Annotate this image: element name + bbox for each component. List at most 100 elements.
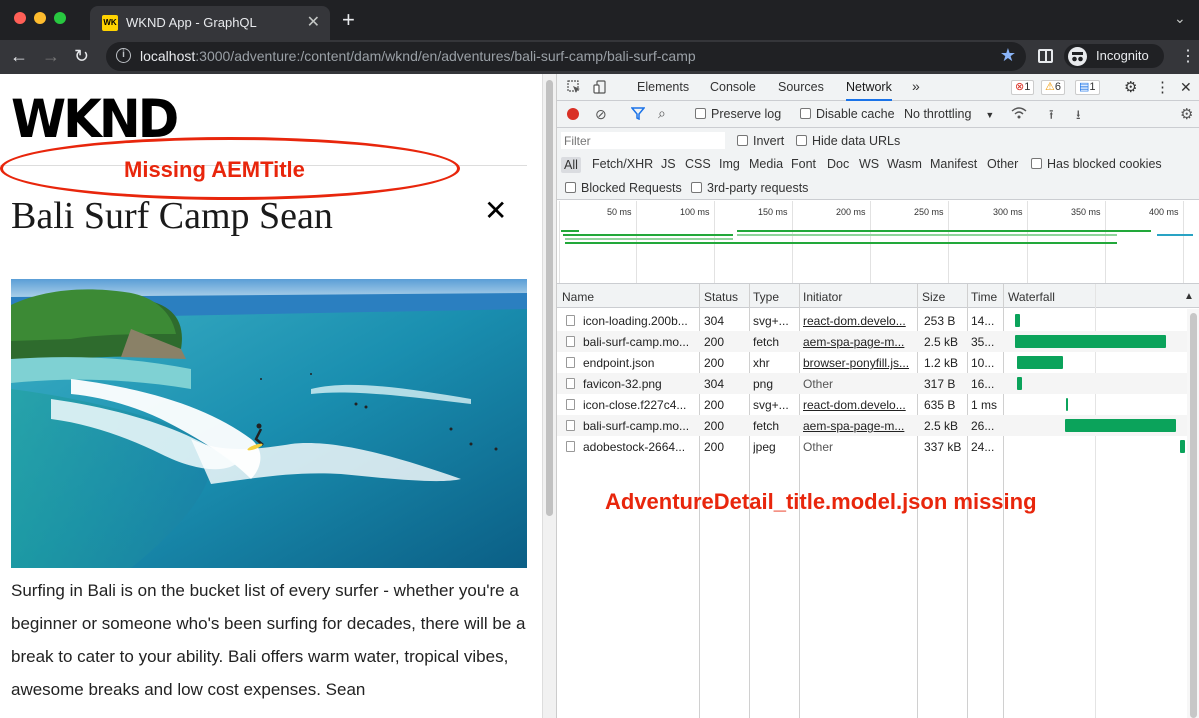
sort-ascending-icon[interactable]: ▲ — [1184, 291, 1194, 302]
message-badge[interactable]: ▤1 — [1075, 80, 1100, 95]
third-party-requests-checkbox[interactable]: 3rd-party requests — [691, 181, 808, 195]
error-badge[interactable]: ⊗1 — [1011, 80, 1035, 95]
request-name: bali-surf-camp.mo... — [583, 419, 690, 433]
request-initiator[interactable]: aem-spa-page-m... — [803, 419, 913, 433]
filter-type-all[interactable]: All — [561, 157, 581, 173]
table-row[interactable]: icon-loading.200b... 304 svg+... react-dom.… — [557, 310, 1187, 331]
tab-elements[interactable]: Elements — [637, 80, 689, 94]
filter-type-media[interactable]: Media — [749, 157, 783, 171]
settings-gear-icon[interactable]: ⚙ — [1124, 78, 1137, 96]
request-name: bali-surf-camp.mo... — [583, 335, 690, 349]
tab-search-chevron-icon[interactable]: ⌄ — [1174, 10, 1186, 27]
close-devtools-icon[interactable]: ✕ — [1180, 79, 1192, 96]
filter-type-doc[interactable]: Doc — [827, 157, 849, 171]
tab-title: WKND App - GraphQL — [126, 15, 257, 30]
tab-network[interactable]: Network — [846, 80, 892, 101]
filter-type-fetch-xhr[interactable]: Fetch/XHR — [592, 157, 653, 171]
filter-type-other[interactable]: Other — [987, 157, 1018, 171]
table-row[interactable]: bali-surf-camp.mo... 200 fetch aem-spa-page… — [557, 415, 1187, 436]
network-conditions-icon[interactable] — [1011, 106, 1027, 123]
browser-tab[interactable]: WK WKND App - GraphQL ✕ — [90, 6, 330, 40]
more-tabs-icon[interactable]: » — [912, 78, 920, 94]
col-time[interactable]: Time — [971, 290, 997, 304]
filter-type-img[interactable]: Img — [719, 157, 740, 171]
col-type[interactable]: Type — [753, 290, 779, 304]
clear-icon[interactable]: ⊘ — [595, 106, 607, 123]
disable-cache-checkbox[interactable]: Disable cache — [800, 107, 895, 121]
app-page: WKND Missing AEMTitle Bali Surf Camp Sea… — [0, 74, 542, 718]
col-size[interactable]: Size — [922, 290, 945, 304]
dropdown-arrow-icon: ▼ — [985, 110, 995, 120]
record-icon[interactable] — [567, 108, 579, 120]
waterfall-bar — [1015, 335, 1166, 348]
preserve-log-checkbox[interactable]: Preserve log — [695, 107, 781, 121]
request-initiator[interactable]: browser-ponyfill.js... — [803, 356, 913, 370]
request-initiator[interactable]: react-dom.develo... — [803, 398, 913, 412]
message-icon: ▤ — [1079, 81, 1090, 93]
filter-type-wasm[interactable]: Wasm — [887, 157, 922, 171]
col-waterfall[interactable]: Waterfall — [1008, 290, 1055, 304]
filter-input[interactable] — [561, 132, 725, 149]
request-list-scrollbar-thumb[interactable] — [1190, 313, 1197, 718]
table-row[interactable]: favicon-32.png 304 png Other 317 B 16... — [557, 373, 1187, 394]
bookmark-star-icon[interactable]: ★ — [1000, 45, 1016, 66]
filter-type-ws[interactable]: WS — [859, 157, 879, 171]
blocked-requests-checkbox[interactable]: Blocked Requests — [565, 181, 682, 195]
network-settings-gear-icon[interactable]: ⚙ — [1180, 105, 1193, 123]
table-row[interactable]: adobestock-2664... 200 jpeg Other 337 kB 24..… — [557, 436, 1187, 457]
page-scrollbar-thumb[interactable] — [546, 80, 553, 516]
forward-arrow-icon[interactable]: → — [42, 46, 60, 67]
request-table-header: Name Status Type Initiator Size Time Wat… — [557, 284, 1199, 308]
tab-sources[interactable]: Sources — [778, 80, 824, 94]
side-panel-icon[interactable] — [1038, 49, 1053, 63]
timeline-tick-label: 100 ms — [680, 207, 710, 217]
filter-type-font[interactable]: Font — [791, 157, 816, 171]
request-status: 304 — [704, 314, 725, 328]
request-size: 635 B — [924, 398, 956, 412]
search-icon[interactable]: ⌕ — [658, 105, 666, 122]
import-har-icon[interactable]: ⭱ — [1049, 106, 1054, 128]
device-toggle-icon[interactable] — [593, 80, 607, 97]
request-type: fetch — [753, 335, 780, 349]
request-initiator[interactable]: aem-spa-page-m... — [803, 335, 913, 349]
warning-badge[interactable]: ⚠6 — [1041, 80, 1065, 95]
col-name[interactable]: Name — [562, 290, 594, 304]
table-row[interactable]: endpoint.json 200 xhr browser-ponyfill.js..… — [557, 352, 1187, 373]
network-overview-timeline[interactable]: 50 ms 100 ms 150 ms 200 ms 250 ms 300 ms… — [557, 201, 1199, 284]
table-row[interactable]: bali-surf-camp.mo... 200 fetch aem-spa-page… — [557, 331, 1187, 352]
invert-checkbox[interactable]: Invert — [737, 134, 784, 148]
maximize-window-button[interactable] — [54, 12, 66, 24]
reload-icon[interactable]: ↻ — [74, 46, 89, 67]
tab-console[interactable]: Console — [710, 80, 756, 94]
new-tab-icon[interactable]: + — [342, 7, 355, 33]
has-blocked-cookies-checkbox[interactable]: Has blocked cookies — [1031, 157, 1162, 171]
throttling-select[interactable]: No throttling ▼ — [904, 107, 994, 121]
inspect-element-icon[interactable] — [567, 80, 581, 97]
request-time: 35... — [971, 335, 995, 349]
filter-type-css[interactable]: CSS — [685, 157, 711, 171]
back-arrow-icon[interactable]: ← — [10, 46, 28, 67]
col-initiator[interactable]: Initiator — [803, 290, 842, 304]
close-tab-icon[interactable]: ✕ — [307, 12, 320, 32]
page-scrollbar[interactable] — [542, 74, 556, 718]
site-info-icon[interactable]: i — [116, 48, 131, 63]
request-size: 253 B — [924, 314, 956, 328]
request-initiator[interactable]: react-dom.develo... — [803, 314, 913, 328]
file-icon — [566, 336, 575, 347]
close-window-button[interactable] — [14, 12, 26, 24]
col-status[interactable]: Status — [704, 290, 738, 304]
close-icon[interactable]: ✕ — [484, 194, 507, 227]
devtools-menu-icon[interactable]: ⋮ — [1155, 78, 1170, 96]
request-list-scrollbar[interactable] — [1187, 309, 1199, 718]
filter-type-manifest[interactable]: Manifest — [930, 157, 977, 171]
address-bar[interactable]: i localhost:3000/adventure:/content/dam/… — [106, 42, 1026, 71]
browser-menu-icon[interactable]: ⋮ — [1180, 46, 1196, 66]
filter-type-js[interactable]: JS — [661, 157, 676, 171]
hide-data-urls-checkbox[interactable]: Hide data URLs — [796, 134, 900, 148]
incognito-profile-button[interactable]: Incognito — [1064, 44, 1164, 68]
minimize-window-button[interactable] — [34, 12, 46, 24]
table-row[interactable]: icon-close.f227c4... 200 svg+... react-dom.… — [557, 394, 1187, 415]
filter-funnel-icon[interactable] — [630, 106, 646, 123]
request-status: 200 — [704, 440, 725, 454]
export-har-icon[interactable]: ⭳ — [1076, 106, 1081, 128]
